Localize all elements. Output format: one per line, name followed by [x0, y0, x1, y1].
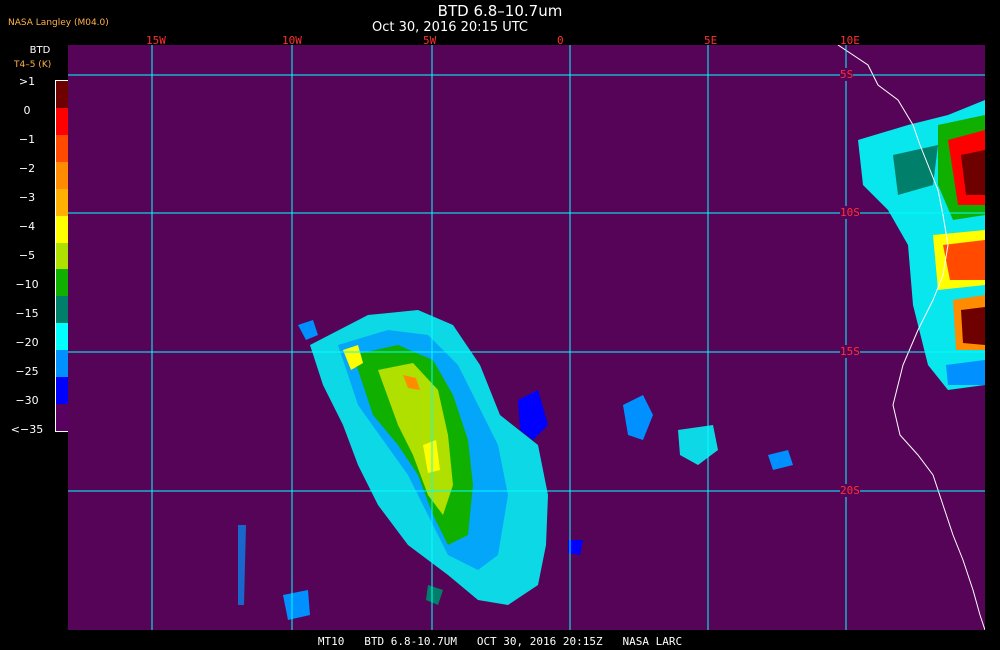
latitude-label: 20S: [840, 484, 860, 497]
colorbar-title: BTD: [29, 45, 51, 56]
map-timestamp: Oct 30, 2016 20:15 UTC: [372, 20, 528, 35]
colorbar-label: −1: [18, 133, 36, 146]
colorbar-label: −3: [18, 191, 36, 204]
colorbar-label: >1: [18, 75, 36, 88]
map-canvas: [68, 45, 985, 630]
colorbar-label: −20: [15, 336, 39, 349]
colorbar-label: −30: [15, 394, 39, 407]
colorbar-label: −4: [18, 220, 36, 233]
colorbar-label: −10: [15, 278, 39, 291]
colorbar-label: 0: [23, 104, 31, 117]
colorbar-label: −2: [18, 162, 36, 175]
cloud-field-africa: [858, 100, 985, 390]
colorbar-unit: T4–5 (K): [14, 60, 52, 70]
source-label: NASA Langley (M04.0): [8, 18, 109, 28]
colorbar-label: −15: [15, 307, 39, 320]
satellite-map[interactable]: [68, 45, 985, 630]
colorbar-label: −5: [18, 249, 36, 262]
colorbar-label: <−35: [10, 423, 44, 436]
latitude-label: 5S: [840, 68, 854, 81]
map-title: BTD 6.8–10.7um: [437, 2, 563, 20]
colorbar-label: −25: [15, 365, 39, 378]
cloud-field-atlantic: [298, 310, 548, 605]
status-footer: MT10 BTD 6.8-10.7UM OCT 30, 2016 20:15Z …: [317, 635, 683, 648]
latitude-label: 15S: [840, 345, 860, 358]
latitude-label: 10S: [840, 206, 860, 219]
